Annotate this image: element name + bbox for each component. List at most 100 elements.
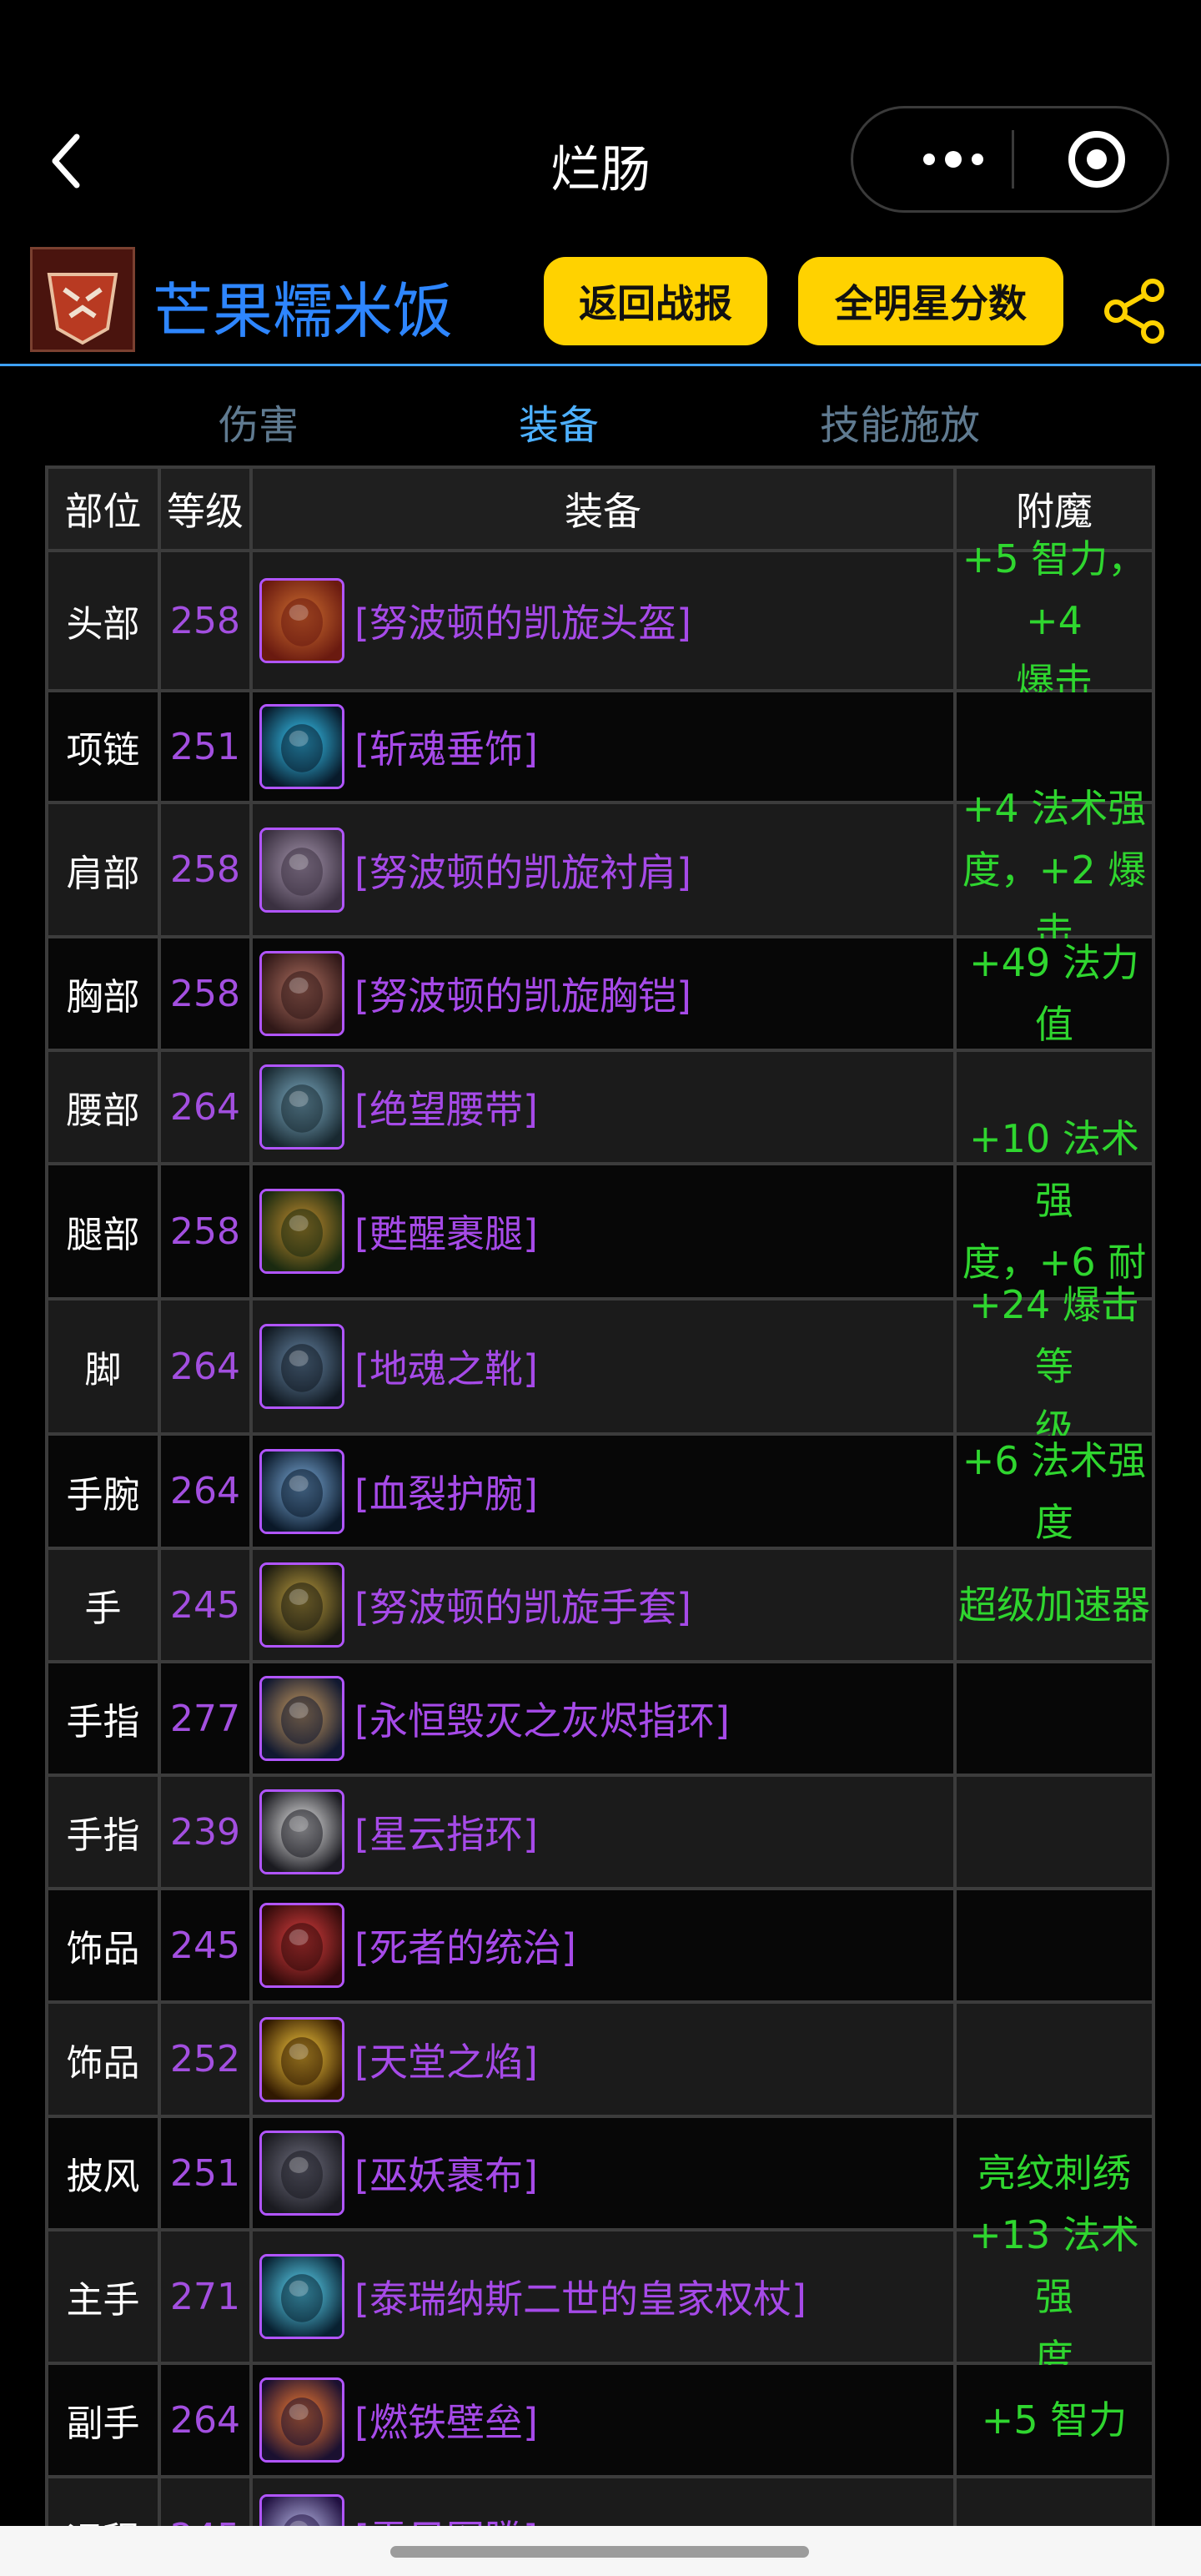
table-row: 主手 271 [泰瑞纳斯二世的皇家权杖] +13 法术强 度 xyxy=(45,2212,1155,2381)
item-name[interactable]: [地魂之靴] xyxy=(354,1339,538,1394)
item-name[interactable]: [努波顿的凯旋胸铠] xyxy=(354,966,691,1021)
slot-label: 手腕 xyxy=(48,1436,158,1547)
item-cell[interactable]: [天堂之焰] xyxy=(253,2004,953,2115)
item-name[interactable]: [血裂护腕] xyxy=(354,1464,538,1519)
item-cell[interactable]: [燃铁壁垒] xyxy=(253,2365,953,2475)
table-row: 头部 258 [努波顿的凯旋头盔] +5 智力，+4 爆击 xyxy=(45,536,1155,705)
enchant-cell xyxy=(957,1777,1152,1887)
chest-icon xyxy=(259,951,344,1036)
enchant-cell: +24 爆击等 级 xyxy=(957,1282,1152,1451)
system-home-area xyxy=(0,2526,1201,2576)
enchant-cell: +13 法术强 度 xyxy=(957,2212,1152,2381)
enchant-text: +6 法术强度 xyxy=(962,1437,1147,1545)
necklace-icon xyxy=(259,704,344,789)
enchant-text: +5 智力，+4 爆击 xyxy=(962,536,1147,705)
header-divider xyxy=(0,364,1201,366)
item-cell[interactable]: [巫妖裹布] xyxy=(253,2118,953,2228)
ring2-icon xyxy=(259,1789,344,1874)
item-name[interactable]: [燃铁壁垒] xyxy=(354,2392,538,2448)
slot-label: 腰部 xyxy=(48,1052,158,1162)
table-row: 肩部 258 [努波顿的凯旋衬肩] +4 法术强 度，+2 爆击 xyxy=(45,786,1155,954)
enchant-cell: +5 智力，+4 爆击 xyxy=(957,536,1152,705)
enchant-text: 亮纹刺绣 xyxy=(977,2151,1131,2196)
close-program-icon[interactable] xyxy=(1066,128,1128,190)
item-cell[interactable]: [血裂护腕] xyxy=(253,1436,953,1547)
item-name[interactable]: [努波顿的凯旋头盔] xyxy=(354,593,691,648)
header-slot: 部位 xyxy=(48,469,158,549)
table-row: 手指 277 [永恒毁灭之灰烬指环] xyxy=(45,1663,1155,1774)
slot-label: 披风 xyxy=(48,2118,158,2228)
slot-label: 远程 xyxy=(48,2478,158,2526)
shoulder-icon xyxy=(259,827,344,913)
trinket2-icon xyxy=(259,2016,344,2102)
home-indicator[interactable] xyxy=(390,2546,809,2558)
slot-label: 项链 xyxy=(48,692,158,801)
wrist-icon xyxy=(259,1448,344,1534)
item-cell[interactable]: [努波顿的凯旋手套] xyxy=(253,1550,953,1660)
item-cell[interactable]: [努波顿的凯旋头盔] xyxy=(253,552,953,689)
item-name[interactable]: [星云指环] xyxy=(354,1804,538,1859)
enchant-cell: 超级加速器 xyxy=(957,1550,1152,1660)
profile-header: 芒果糯米饭 返回战报 全明星分数 xyxy=(0,242,1201,367)
item-level: 239 xyxy=(161,1777,249,1887)
table-row: 胸部 258 [努波顿的凯旋胸铠] +49 法力值 xyxy=(45,938,1155,1049)
item-name[interactable]: [巫妖裹布] xyxy=(354,2146,538,2201)
item-cell[interactable]: [努波顿的凯旋胸铠] xyxy=(253,938,953,1049)
cloak-icon xyxy=(259,2131,344,2216)
slot-label: 主手 xyxy=(48,2231,158,2362)
gloves-icon xyxy=(259,1562,344,1648)
slot-label: 胸部 xyxy=(48,938,158,1049)
item-cell[interactable]: [死者的统治] xyxy=(253,1890,953,2000)
table-row: 饰品 245 [死者的统治] xyxy=(45,1890,1155,2000)
item-cell[interactable]: [努波顿的凯旋衬肩] xyxy=(253,804,953,935)
enchant-cell: +49 法力值 xyxy=(957,938,1152,1049)
table-row: 手腕 264 [血裂护腕] +6 法术强度 xyxy=(45,1436,1155,1547)
item-cell[interactable]: [星云指环] xyxy=(253,1777,953,1887)
item-name[interactable]: [死者的统治] xyxy=(354,1918,576,1973)
item-cell[interactable]: [泰瑞纳斯二世的皇家权杖] xyxy=(253,2231,953,2362)
slot-label: 饰品 xyxy=(48,1890,158,2000)
trinket-icon xyxy=(259,1903,344,1988)
item-level: 258 xyxy=(161,1165,249,1297)
item-level: 251 xyxy=(161,2118,249,2228)
return-report-button[interactable]: 返回战报 xyxy=(544,257,767,345)
item-name[interactable]: [努波顿的凯旋手套] xyxy=(354,1577,691,1633)
mace-icon xyxy=(259,2254,344,2339)
table-row: 副手 264 [燃铁壁垒] +5 智力 xyxy=(45,2365,1155,2475)
item-level: 245 xyxy=(161,2478,249,2526)
legs-icon xyxy=(259,1189,344,1274)
table-row: 饰品 252 [天堂之焰] xyxy=(45,2004,1155,2115)
ring-icon xyxy=(259,1676,344,1761)
enchant-cell: +4 法术强 度，+2 爆击 xyxy=(957,786,1152,954)
item-name[interactable]: [绝望腰带] xyxy=(354,1079,538,1135)
share-icon[interactable] xyxy=(1101,277,1168,345)
shield-icon xyxy=(259,2377,344,2463)
tab-equipment[interactable]: 装备 xyxy=(519,392,599,450)
item-level: 251 xyxy=(161,692,249,801)
item-cell[interactable]: [甦醒裹腿] xyxy=(253,1165,953,1297)
allstar-score-button[interactable]: 全明星分数 xyxy=(798,257,1063,345)
item-cell[interactable]: [地魂之靴] xyxy=(253,1301,953,1432)
item-name[interactable]: [天堂之焰] xyxy=(354,2032,538,2087)
item-name[interactable]: [雷风图腾] xyxy=(354,2509,538,2526)
tab-damage[interactable]: 伤害 xyxy=(219,392,299,450)
item-cell[interactable]: [斩魂垂饰] xyxy=(253,692,953,801)
belt-icon xyxy=(259,1064,344,1150)
more-icon[interactable] xyxy=(895,108,1012,210)
item-level: 258 xyxy=(161,804,249,935)
item-level: 264 xyxy=(161,1301,249,1432)
item-level: 245 xyxy=(161,1550,249,1660)
item-name[interactable]: [泰瑞纳斯二世的皇家权杖] xyxy=(354,2269,807,2324)
enchant-cell: +5 智力 xyxy=(957,2365,1152,2475)
item-cell[interactable]: [雷风图腾] xyxy=(253,2478,953,2526)
item-cell[interactable]: [绝望腰带] xyxy=(253,1052,953,1162)
item-name[interactable]: [甦醒裹腿] xyxy=(354,1204,538,1259)
item-cell[interactable]: [永恒毁灭之灰烬指环] xyxy=(253,1663,953,1774)
item-name[interactable]: [斩魂垂饰] xyxy=(354,719,538,774)
item-name[interactable]: [永恒毁灭之灰烬指环] xyxy=(354,1691,730,1746)
item-name[interactable]: [努波顿的凯旋衬肩] xyxy=(354,843,691,898)
tab-skill-casts[interactable]: 技能施放 xyxy=(820,392,980,450)
enchant-cell xyxy=(957,1890,1152,2000)
item-level: 258 xyxy=(161,938,249,1049)
slot-label: 脚 xyxy=(48,1301,158,1432)
